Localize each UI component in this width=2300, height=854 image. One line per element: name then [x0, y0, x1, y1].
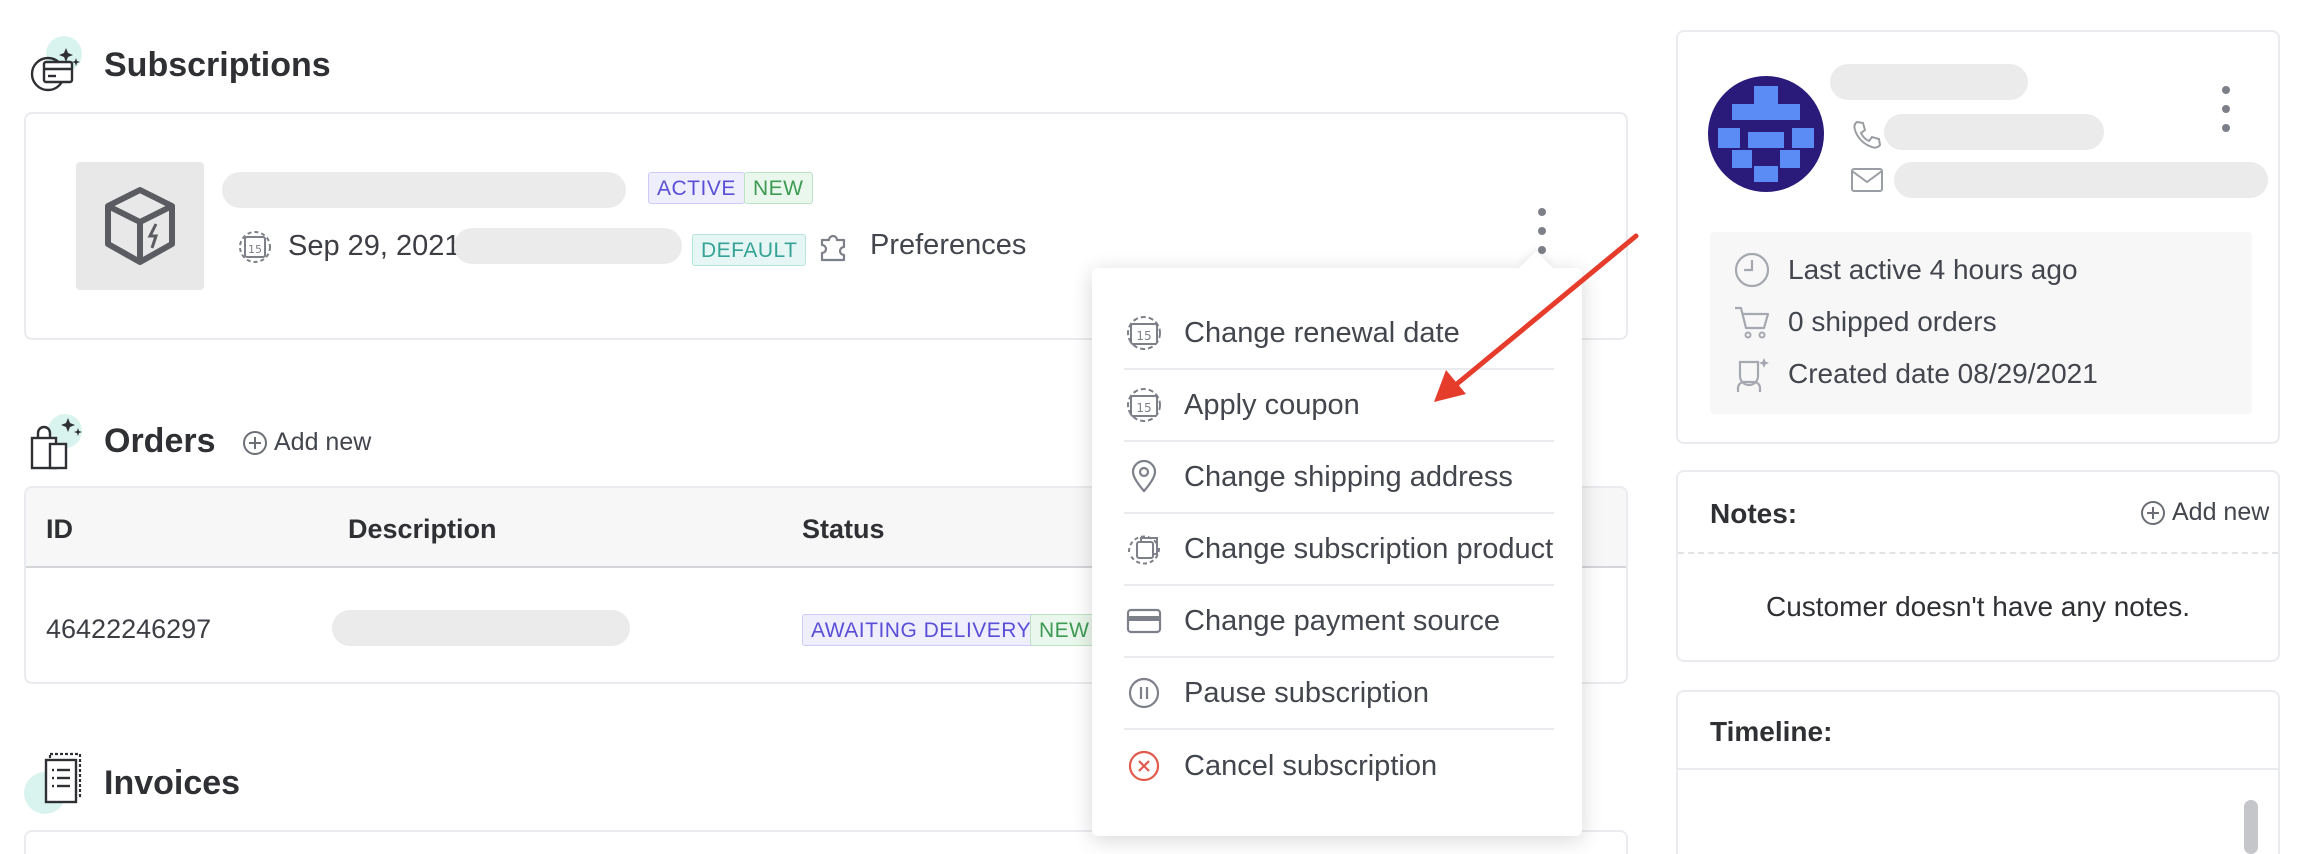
menu-item-label: Change renewal date — [1184, 316, 1460, 349]
menu-item-label: Pause subscription — [1184, 676, 1430, 709]
preferences-label: Preferences — [870, 228, 1027, 261]
svg-text:15: 15 — [1136, 329, 1151, 343]
calendar-icon: 15 — [1127, 388, 1161, 422]
person-sparkle-icon — [1736, 358, 1769, 392]
pause-icon — [1128, 677, 1160, 709]
swap-product-icon — [1127, 535, 1161, 565]
order-id: 46422246297 — [46, 614, 212, 644]
stat-created-date-text: Created date 08/29/2021 — [1788, 358, 2098, 389]
plus-circle-icon — [2141, 500, 2165, 525]
menu-item-label: Change subscription product — [1184, 532, 1554, 565]
orders-title: Orders — [104, 422, 216, 460]
phone-icon — [1853, 120, 1882, 149]
menu-item-cancel-subscription[interactable]: Cancel subscription — [1124, 730, 1554, 802]
menu-item-change-shipping-address[interactable]: Change shipping address — [1124, 442, 1554, 514]
product-thumbnail — [76, 162, 204, 290]
preferences-link[interactable]: Preferences — [814, 226, 1026, 264]
default-badge: DEFAULT — [692, 234, 807, 267]
product-name-placeholder — [222, 172, 626, 208]
menu-item-label: Apply coupon — [1184, 388, 1360, 421]
customer-avatar — [1708, 76, 1824, 192]
notes-empty-box: Customer doesn't have any notes. — [1678, 552, 2278, 660]
envelope-icon — [1851, 168, 1883, 192]
notes-title: Notes: — [1710, 498, 1798, 529]
calendar-icon: 15 — [239, 231, 271, 263]
orders-section-icon — [26, 412, 86, 472]
timeline-card: Timeline: — [1676, 690, 2280, 854]
notes-add-new-label: Add new — [2172, 498, 2270, 526]
menu-item-change-payment-source[interactable]: Change payment source — [1124, 586, 1554, 658]
column-header-status: Status — [802, 514, 885, 544]
order-status-badge: AWAITING DELIVERY — [802, 614, 1041, 647]
stat-shipped-orders: 0 shipped orders — [1732, 302, 1997, 342]
invoices-title: Invoices — [104, 764, 241, 802]
status-badge-active: ACTIVE — [648, 172, 745, 205]
stat-last-active: Last active 4 hours ago — [1732, 250, 2078, 290]
subscription-meta-placeholder — [454, 228, 682, 264]
column-header-id: ID — [46, 514, 73, 544]
svg-text:15: 15 — [1136, 401, 1151, 415]
stat-last-active-text: Last active 4 hours ago — [1788, 254, 2078, 285]
customer-email-placeholder — [1894, 162, 2268, 198]
cancel-icon — [1128, 750, 1160, 782]
notes-card: Notes: Add new Customer doesn't have any… — [1676, 470, 2280, 662]
menu-item-change-renewal-date[interactable]: 15 Change renewal date — [1124, 298, 1554, 370]
status-badge-new: NEW — [744, 172, 813, 205]
customer-actions-button[interactable] — [2216, 86, 2236, 132]
stat-shipped-orders-text: 0 shipped orders — [1788, 306, 1997, 337]
subscription-actions-button[interactable] — [1532, 208, 1552, 254]
clock-icon — [1734, 252, 1770, 288]
subscription-actions-menu: 15 Change renewal date 15 Apply coupon C… — [1092, 251, 1582, 836]
cart-icon — [1735, 306, 1770, 339]
customer-name-placeholder — [1830, 64, 2028, 100]
menu-item-label: Cancel subscription — [1184, 749, 1438, 782]
menu-item-apply-coupon[interactable]: 15 Apply coupon — [1124, 370, 1554, 442]
plus-circle-icon — [243, 430, 267, 455]
map-pin-icon — [1131, 460, 1157, 493]
menu-item-change-subscription-product[interactable]: Change subscription product — [1124, 514, 1554, 586]
stat-created-date: Created date 08/29/2021 — [1732, 354, 2098, 394]
puzzle-icon — [820, 234, 846, 262]
invoices-section-icon — [24, 752, 88, 816]
customer-phone-placeholder — [1884, 114, 2104, 150]
subscription-date: Sep 29, 2021 — [288, 230, 461, 262]
subscriptions-title: Subscriptions — [104, 46, 331, 84]
calendar-icon: 15 — [1127, 316, 1161, 350]
credit-card-icon — [1126, 608, 1162, 634]
order-description-placeholder — [332, 610, 630, 646]
orders-add-new-label: Add new — [274, 428, 372, 456]
menu-item-pause-subscription[interactable]: Pause subscription — [1124, 658, 1554, 730]
timeline-scrollbar[interactable] — [2244, 800, 2258, 854]
subscriptions-section-icon — [26, 36, 86, 96]
box-icon — [105, 187, 175, 265]
svg-text:15: 15 — [248, 243, 262, 256]
column-header-description: Description — [348, 514, 497, 544]
order-new-badge: NEW — [1030, 614, 1099, 647]
timeline-title: Timeline: — [1710, 716, 1833, 747]
menu-item-label: Change shipping address — [1184, 460, 1513, 493]
orders-add-new-button[interactable]: Add new — [242, 428, 371, 457]
notes-add-new-button[interactable]: Add new — [2140, 498, 2269, 527]
menu-item-label: Change payment source — [1184, 604, 1500, 637]
notes-empty-message: Customer doesn't have any notes. — [1765, 591, 2191, 622]
